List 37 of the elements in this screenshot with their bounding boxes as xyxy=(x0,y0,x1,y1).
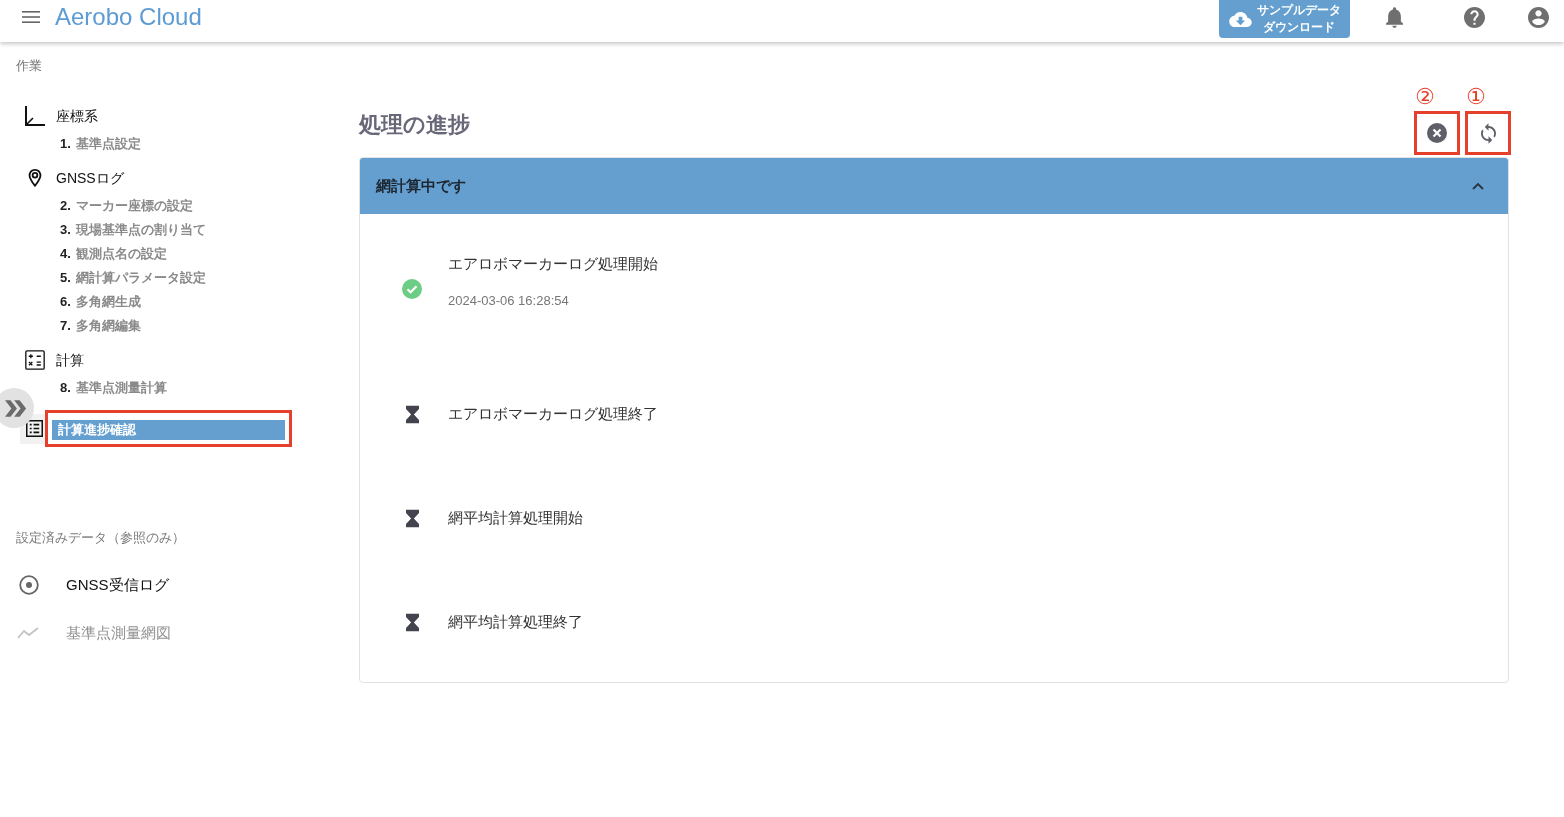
axes-icon xyxy=(25,106,45,126)
double-chevron-icon xyxy=(5,399,27,417)
radio-dot-icon xyxy=(19,575,39,595)
nav-item[interactable]: 座標系 xyxy=(56,104,292,128)
section-label: 設定済みデータ（参照のみ） xyxy=(16,530,186,546)
step-label: エアロボマーカーログ処理終了 xyxy=(448,404,658,424)
section-label: 作業 xyxy=(16,58,43,74)
reference-item[interactable]: GNSS受信ログ xyxy=(16,561,256,609)
callout-number: ① xyxy=(1466,85,1486,109)
calculator-icon xyxy=(25,350,45,370)
nav-step-item[interactable]: 1. 基準点設定 xyxy=(60,132,143,156)
app-title: Aerobo Cloud xyxy=(55,2,202,32)
expand-sidebar-button[interactable] xyxy=(0,388,34,428)
step-label: 網平均計算処理開始 xyxy=(448,508,583,528)
callout-number: ② xyxy=(1415,85,1435,109)
refresh-icon xyxy=(1480,122,1496,144)
nav-step-item[interactable]: 8. 基準点測量計算 xyxy=(60,376,169,400)
step-label: エアロボマーカーログ処理開始 xyxy=(448,254,658,274)
nav-step-item[interactable]: 7. 多角網編集 xyxy=(60,314,143,338)
page-title: 処理の進捗 xyxy=(359,111,470,139)
cancel-icon xyxy=(1427,123,1447,143)
nav-step-item[interactable]: 6. 多角網生成 xyxy=(60,290,143,314)
step-label: 網平均計算処理終了 xyxy=(448,612,583,632)
panel-header[interactable]: 網計算中です xyxy=(360,158,1508,214)
nav-step-item[interactable]: 3. 現場基準点の割り当て xyxy=(60,218,208,242)
line-chart-icon xyxy=(17,627,39,639)
nav-step-item[interactable]: 5. 網計算パラメータ設定 xyxy=(60,266,208,290)
help-icon xyxy=(1463,6,1485,28)
nav-step-item[interactable]: 2. マーカー座標の設定 xyxy=(60,194,195,218)
step-timestamp: 2024-03-06 16:28:54 xyxy=(448,293,570,309)
cloud-download-icon xyxy=(1229,11,1252,27)
nav-item[interactable]: 計算 xyxy=(56,348,292,372)
nav-step-item[interactable]: 4. 観測点名の設定 xyxy=(60,242,169,266)
bell-icon xyxy=(1385,6,1403,28)
nav-item[interactable]: GNSSログ xyxy=(56,166,292,190)
account-icon xyxy=(1527,6,1549,28)
menu-icon xyxy=(22,11,40,23)
